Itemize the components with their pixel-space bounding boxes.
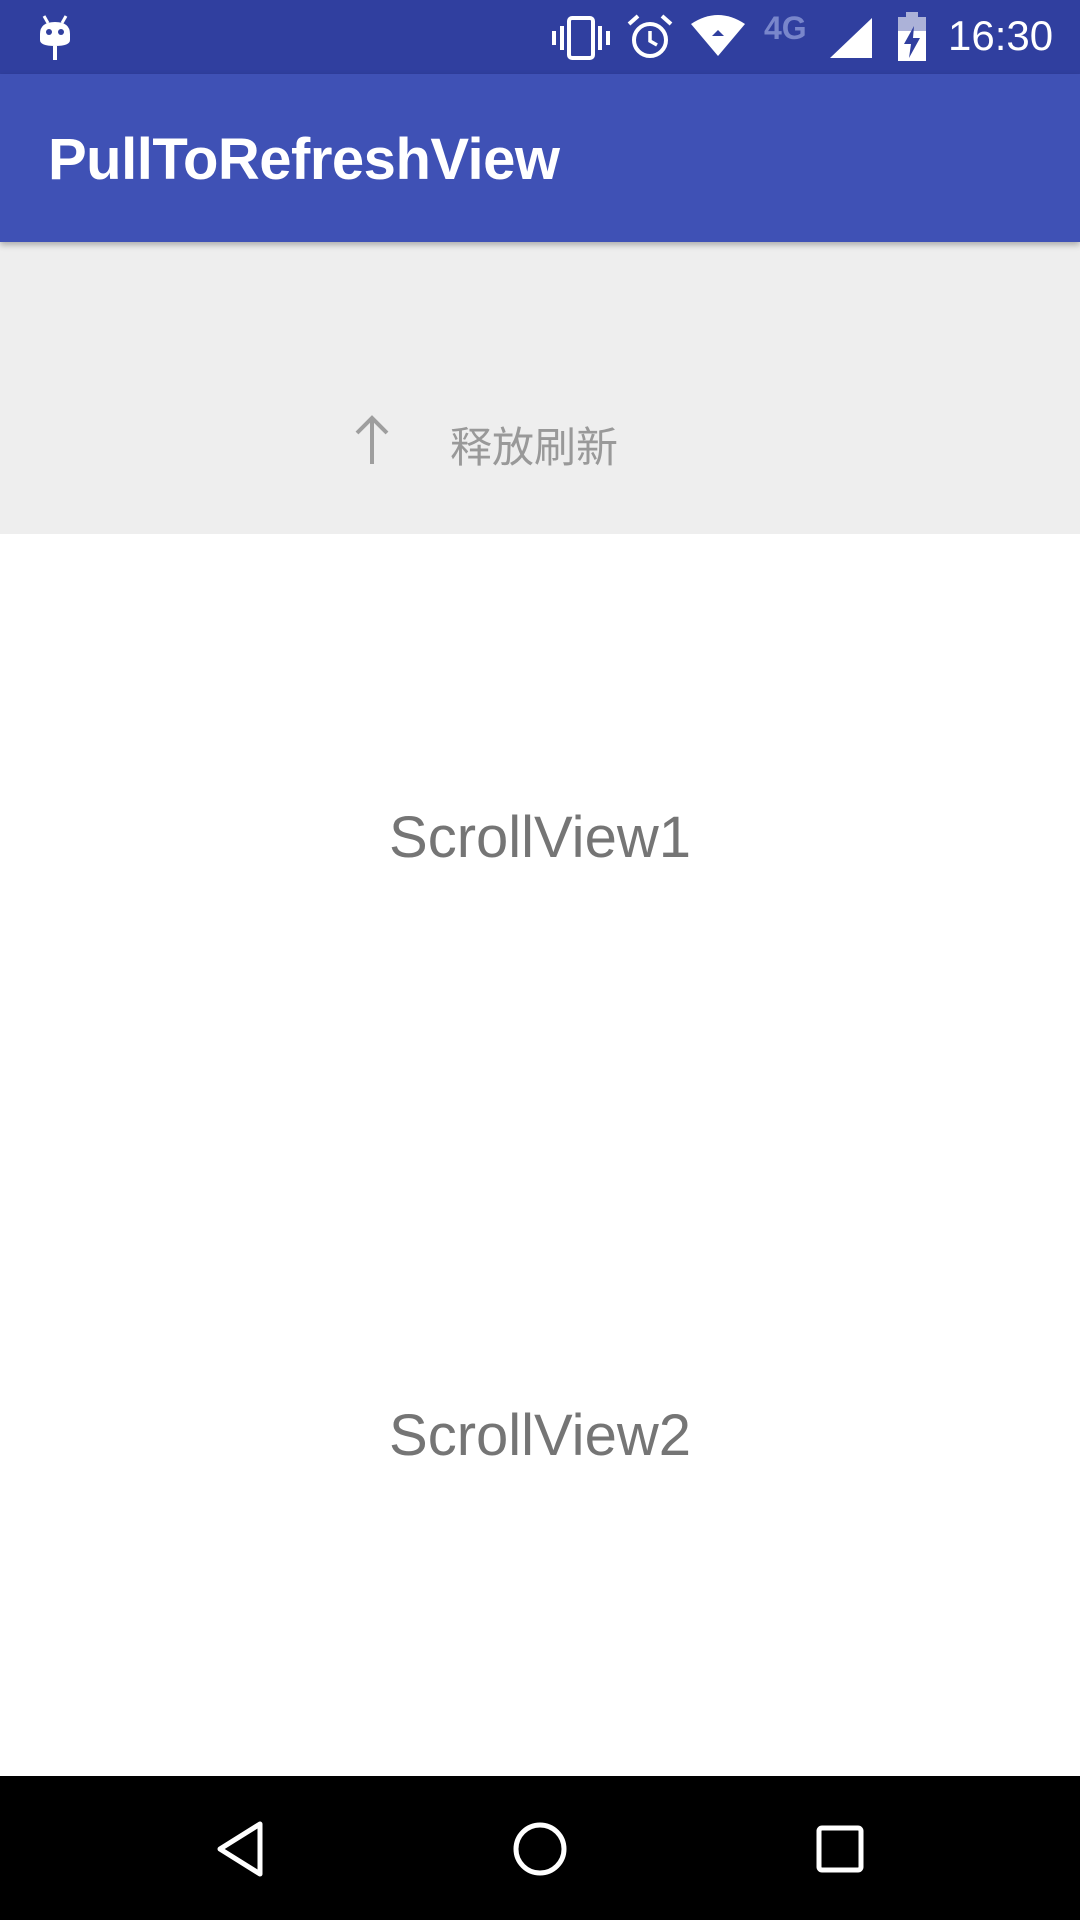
scrollview-1-label: ScrollView1: [389, 805, 691, 870]
scroll-content[interactable]: ScrollView1 ScrollView2: [0, 534, 1080, 1776]
home-icon[interactable]: [505, 1814, 575, 1884]
recents-icon[interactable]: [805, 1814, 875, 1884]
app-title: PullToRefreshView: [48, 127, 560, 192]
scrollview-2-label: ScrollView2: [389, 1403, 691, 1468]
wifi-icon: [691, 15, 745, 56]
back-icon[interactable]: [206, 1814, 276, 1884]
app-bar: PullToRefreshView: [0, 74, 1080, 242]
vibrate-icon: [552, 16, 610, 60]
pull-to-refresh-header[interactable]: 释放刷新: [0, 242, 1080, 534]
network-type-label: 4G: [764, 10, 807, 46]
refresh-status-label: 释放刷新: [450, 423, 619, 472]
arrow-up-icon: [355, 415, 389, 464]
status-clock: 16:30: [948, 12, 1054, 59]
navigation-bar: [0, 1776, 1080, 1920]
alarm-icon: [627, 14, 673, 58]
signal-icon: [830, 18, 872, 58]
battery-charging-icon: [898, 12, 926, 61]
debug-icon: [40, 15, 70, 60]
status-bar: 4G 16:30: [0, 0, 1080, 74]
